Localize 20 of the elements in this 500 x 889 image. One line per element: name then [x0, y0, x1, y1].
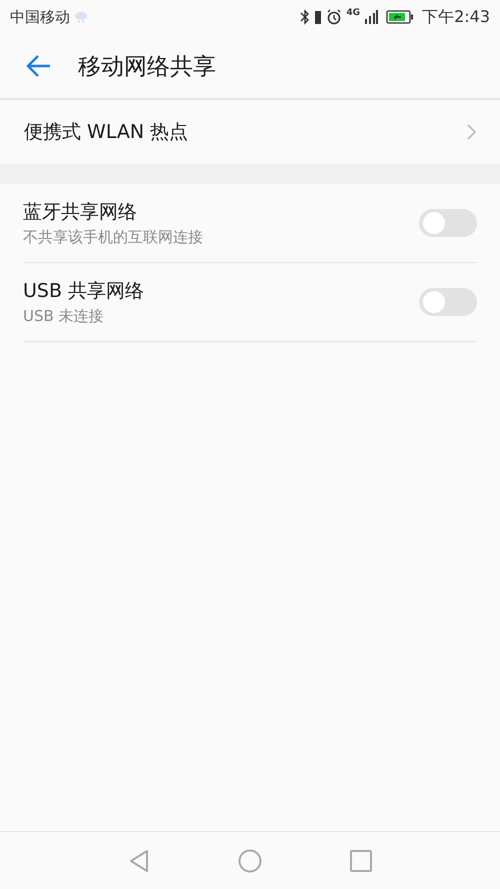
bluetooth-icon — [300, 9, 310, 25]
setting-title: 蓝牙共享网络 — [23, 200, 138, 225]
page-title: 移动网络共享 — [78, 52, 216, 82]
alarm-icon — [326, 9, 342, 25]
toggle-switch[interactable] — [419, 209, 477, 237]
hotspot-settings-item[interactable]: 便携式 WLAN 热点 — [0, 100, 500, 164]
setting-title: USB 共享网络 — [23, 279, 146, 304]
network-type: 4G — [346, 8, 360, 18]
setting-subtitle: 不共享该手机的互联网连接 — [23, 228, 204, 247]
carrier-name: 中国移动 — [10, 8, 70, 26]
battery-icon — [386, 10, 414, 24]
setting-subtitle: USB 未连接 — [23, 307, 105, 326]
toggle-switch[interactable] — [419, 288, 477, 316]
clock-time: 下午2:43 — [422, 6, 490, 28]
home-nav-icon[interactable] — [238, 848, 262, 872]
signal-icon — [364, 10, 378, 24]
chevron-right-icon — [466, 124, 476, 140]
back-nav-icon[interactable] — [128, 848, 150, 872]
weather-icon — [74, 11, 88, 23]
recents-nav-icon[interactable] — [350, 850, 372, 872]
